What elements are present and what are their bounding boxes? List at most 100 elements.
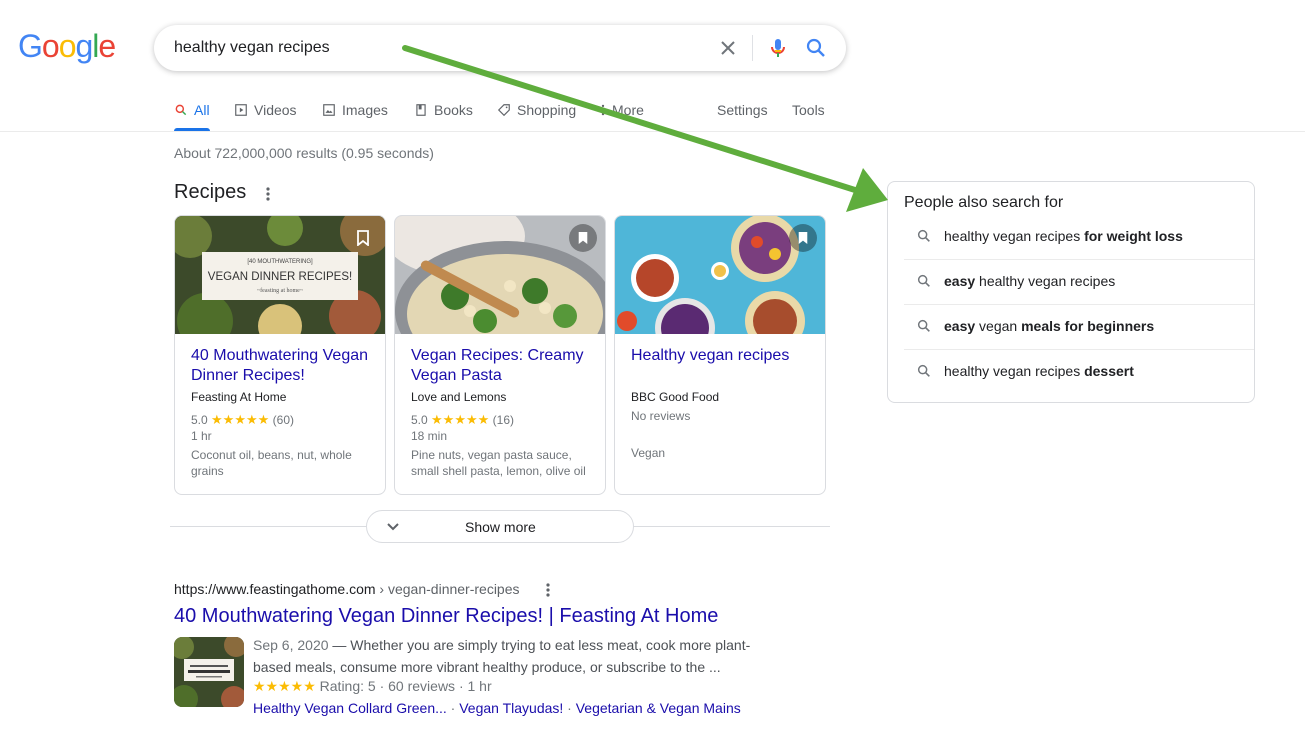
related-search-item[interactable]: easy healthy vegan recipes — [904, 260, 1254, 305]
search-icon — [917, 229, 930, 242]
tools-label: Tools — [792, 102, 825, 118]
snippet-line: Whether you are simply trying to eat les… — [350, 637, 751, 653]
tab-label: Videos — [254, 102, 297, 118]
logo-letter: o — [41, 28, 60, 64]
result-breadcrumb: › vegan-dinner-recipes — [375, 581, 520, 597]
search-input[interactable] — [174, 36, 694, 60]
result-snippet: Sep 6, 2020 — Whether you are simply try… — [253, 634, 753, 678]
result-domain: https://www.feastingathome.com — [174, 581, 376, 597]
recipe-title[interactable]: Vegan Recipes: Creamy Vegan Pasta — [411, 346, 601, 386]
recipe-card[interactable]: Healthy vegan recipes BBC Good Food No r… — [614, 215, 826, 495]
microphone-icon[interactable] — [766, 36, 790, 60]
no-reviews-label: No reviews — [631, 409, 691, 423]
show-more-button[interactable]: Show more — [366, 510, 634, 543]
tab-label: More — [612, 102, 644, 118]
recipe-source: BBC Good Food — [631, 390, 720, 404]
bookmark-icon — [798, 232, 808, 244]
query-bold: meals for beginners — [1021, 318, 1155, 334]
logo-letter: g — [75, 28, 93, 64]
review-count: (16) — [492, 413, 514, 427]
recipe-source: Feasting At Home — [191, 390, 287, 404]
more-options-icon[interactable] — [260, 185, 276, 203]
tools-link[interactable]: Tools — [792, 100, 825, 120]
settings-label: Settings — [717, 102, 768, 118]
star-rating-icon: ★★★★★ — [211, 412, 270, 427]
bookmark-button[interactable] — [349, 224, 377, 252]
query-plain: vegan — [975, 318, 1022, 334]
recipe-diet-tag: Vegan — [631, 446, 666, 460]
bookmark-button[interactable] — [569, 224, 597, 252]
rating-value: 5.0 — [191, 413, 208, 427]
snippet-line: based meals, consume more vibrant health… — [253, 659, 721, 675]
rating-value: 5.0 — [411, 413, 428, 427]
sitelink[interactable]: Vegetarian & Vegan Mains — [576, 700, 741, 716]
tab-all[interactable]: All — [174, 100, 210, 120]
chevron-down-icon — [387, 523, 399, 531]
recipe-title[interactable]: Healthy vegan recipes — [631, 346, 821, 366]
tab-label: All — [194, 102, 210, 118]
panel-title: People also search for — [904, 194, 1064, 211]
recipe-source: Love and Lemons — [411, 390, 507, 404]
query-bold: easy — [944, 273, 976, 289]
recipe-time: 18 min — [411, 429, 448, 443]
logo-letter: G — [18, 28, 43, 64]
search-icon — [175, 104, 187, 116]
result-url[interactable]: https://www.feastingathome.com › vegan-d… — [174, 581, 520, 597]
search-icon — [917, 319, 930, 332]
book-icon — [416, 104, 426, 116]
recipe-ingredients: Pine nuts, vegan pasta sauce, small shel… — [411, 448, 586, 478]
tab-videos[interactable]: Videos — [234, 100, 297, 120]
image-icon — [323, 104, 335, 116]
review-count: (60) — [272, 413, 294, 427]
result-stats: About 722,000,000 results (0.95 seconds) — [174, 145, 434, 161]
tag-icon — [497, 104, 510, 117]
recipe-card[interactable]: Vegan Recipes: Creamy Vegan Pasta Love a… — [394, 215, 606, 495]
search-icon[interactable] — [804, 36, 828, 60]
settings-link[interactable]: Settings — [717, 100, 768, 120]
recipe-time: 1 hr — [191, 429, 212, 443]
related-search-item[interactable]: easy vegan meals for beginners — [904, 305, 1254, 350]
tab-images[interactable]: Images — [322, 100, 388, 120]
result-thumbnail[interactable] — [174, 637, 244, 707]
divider-line — [633, 526, 830, 527]
search-tabs: All Videos Images Books Shopping More Se… — [174, 100, 834, 132]
tabs-divider — [0, 131, 1305, 132]
related-search-item[interactable]: healthy vegan recipes for weight loss — [904, 215, 1254, 260]
sitelink[interactable]: Vegan Tlayudas! — [459, 700, 563, 716]
query-plain: healthy vegan recipes — [944, 228, 1085, 244]
query-bold: dessert — [1084, 363, 1134, 379]
recipe-card[interactable]: [40 MOUTHWATERING] VEGAN DINNER RECIPES!… — [174, 215, 386, 495]
query-plain: healthy vegan recipes — [944, 363, 1085, 379]
clear-icon[interactable] — [716, 36, 740, 60]
recipe-ingredients: Coconut oil, beans, nut, whole grains — [191, 448, 352, 478]
image-caption-top: [40 MOUTHWATERING] — [247, 259, 313, 265]
video-icon — [235, 104, 247, 116]
tab-books[interactable]: Books — [414, 100, 473, 120]
related-search-item[interactable]: healthy vegan recipes dessert — [904, 350, 1254, 395]
bookmark-icon — [578, 232, 588, 244]
sitelink[interactable]: Healthy Vegan Collard Green... — [253, 700, 447, 716]
search-icon — [917, 364, 930, 377]
tab-shopping[interactable]: Shopping — [497, 100, 576, 120]
tab-label: Images — [342, 102, 388, 118]
result-title-link[interactable]: 40 Mouthwatering Vegan Dinner Recipes! |… — [174, 605, 718, 628]
search-box — [154, 25, 846, 71]
tab-label: Books — [434, 102, 473, 118]
result-date: Sep 6, 2020 — [253, 637, 329, 653]
query-bold: easy — [944, 318, 976, 334]
search-divider — [752, 35, 753, 61]
image-caption-sub: ~feasting at home~ — [257, 287, 304, 294]
star-rating-icon: ★★★★★ — [431, 412, 490, 427]
divider-line — [170, 526, 368, 527]
google-logo[interactable]: Google — [18, 28, 116, 65]
tab-more[interactable]: More — [600, 100, 644, 120]
recipe-title[interactable]: 40 Mouthwatering Vegan Dinner Recipes! — [191, 346, 381, 386]
more-options-icon[interactable] — [540, 581, 556, 599]
people-also-search-panel: People also search for healthy vegan rec… — [887, 181, 1255, 403]
bookmark-button[interactable] — [789, 224, 817, 252]
image-caption-main: VEGAN DINNER RECIPES! — [208, 271, 352, 283]
recipes-heading: Recipes — [174, 181, 247, 203]
recipe-rating: 5.0 ★★★★★ (60) — [191, 412, 294, 428]
rating-text: Rating: 5 · 60 reviews · 1 hr — [315, 678, 492, 694]
result-rating: ★★★★★ Rating: 5 · 60 reviews · 1 hr — [253, 678, 492, 695]
